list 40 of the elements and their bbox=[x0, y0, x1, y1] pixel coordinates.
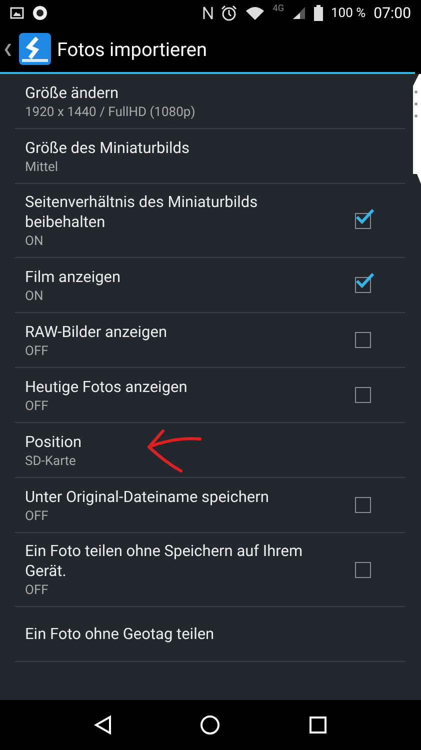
battery-icon bbox=[314, 5, 323, 21]
setting-title: Unter Original-Dateiname speichern bbox=[25, 486, 270, 506]
setting-value: OFF bbox=[25, 398, 50, 414]
back-nav-icon[interactable] bbox=[94, 715, 112, 735]
setting-title: Position bbox=[25, 432, 83, 452]
setting-value: Mittel bbox=[25, 160, 60, 174]
checkbox[interactable] bbox=[355, 332, 371, 348]
setting-title: Film anzeigen bbox=[25, 266, 122, 286]
wifi-icon bbox=[244, 5, 265, 21]
app-icon bbox=[32, 5, 48, 21]
battery-level: 100 % bbox=[330, 6, 366, 20]
back-icon[interactable]: ❮ bbox=[3, 42, 13, 56]
setting-title: RAW-Bilder anzeigen bbox=[25, 322, 168, 342]
setting-value: ON bbox=[25, 234, 44, 249]
setting-value: OFF bbox=[25, 583, 50, 598]
checkbox[interactable] bbox=[355, 497, 371, 513]
setting-value: OFF bbox=[25, 344, 50, 358]
picture-icon bbox=[10, 7, 24, 19]
signal-icon bbox=[292, 6, 306, 20]
screen-title: Fotos importieren bbox=[57, 38, 207, 60]
checkbox[interactable] bbox=[355, 562, 371, 578]
alarm-icon bbox=[220, 5, 237, 21]
nfc-icon bbox=[202, 6, 213, 20]
setting-value: OFF bbox=[25, 508, 50, 524]
checkbox[interactable] bbox=[355, 387, 371, 403]
setting-title: Größe des Miniaturbilds bbox=[25, 138, 190, 158]
setting-title: Heutige Fotos anzeigen bbox=[25, 376, 188, 396]
network-label: 4G bbox=[272, 4, 284, 14]
app-logo-icon[interactable] bbox=[19, 33, 51, 65]
setting-value: SD-Karte bbox=[25, 454, 77, 468]
recents-icon[interactable] bbox=[308, 716, 327, 734]
setting-title: Ein Foto teilen ohne Speichern auf Ihrem Gerät. bbox=[25, 541, 304, 581]
setting-title: Größe ändern bbox=[25, 82, 120, 102]
home-icon[interactable] bbox=[200, 715, 220, 735]
setting-title: Ein Foto ohne Geotag teilen bbox=[25, 624, 216, 644]
clock: 07:00 bbox=[374, 4, 411, 22]
setting-title: Seitenverhältnis des Miniaturbilds beibehalten bbox=[25, 192, 259, 232]
setting-value: ON bbox=[25, 288, 44, 304]
setting-value: 1920 x 1440 / FullHD (1080p) bbox=[25, 104, 196, 120]
drawer-handle[interactable] bbox=[411, 74, 421, 184]
